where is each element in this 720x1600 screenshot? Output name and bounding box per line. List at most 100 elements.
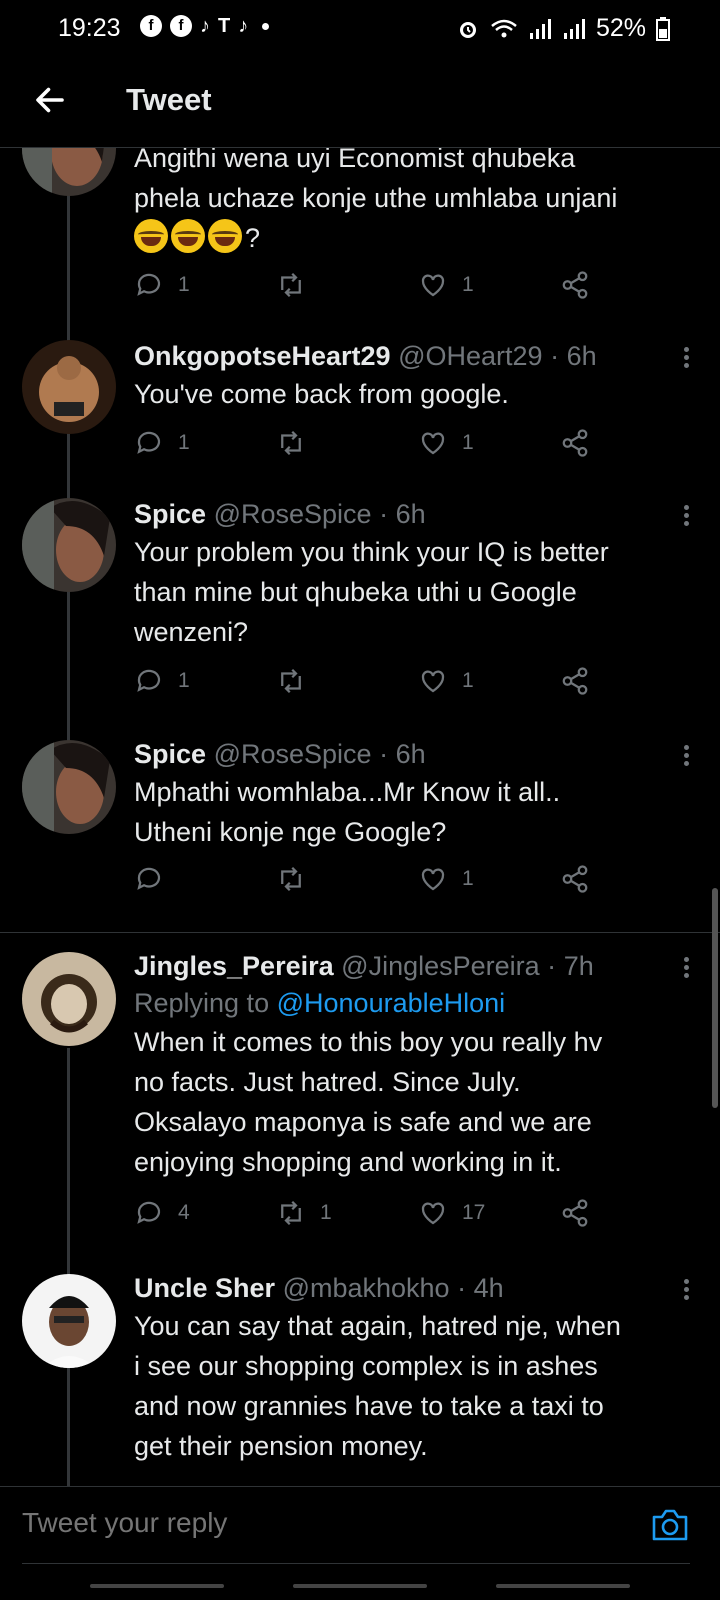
- avatar[interactable]: [22, 952, 116, 1046]
- facebook-icon: f: [140, 15, 162, 37]
- more-options-icon[interactable]: [684, 344, 692, 371]
- tweet-header: Uncle Sher @mbakhokho · 4h: [134, 1273, 504, 1303]
- signal-icon: [529, 18, 551, 39]
- reply-icon: [137, 867, 161, 890]
- top-bar: Tweet: [0, 56, 720, 148]
- tweet-text: Angithi wena uyi Economist qhubeka phela …: [134, 148, 618, 253]
- share-button[interactable]: [560, 864, 590, 894]
- share-icon: [562, 271, 588, 299]
- like-button[interactable]: 1: [418, 666, 474, 696]
- status-bar: 19:23 f f ♪ T ♪ 52%: [0, 0, 720, 56]
- retweet-button[interactable]: [276, 428, 320, 458]
- reply-icon: [137, 273, 161, 296]
- share-button[interactable]: [560, 270, 590, 300]
- avatar[interactable]: [22, 1274, 116, 1368]
- tweet-header: Spice @RoseSpice · 6h: [134, 499, 426, 529]
- reply-button[interactable]: [134, 864, 178, 894]
- display-name[interactable]: Spice: [134, 499, 206, 529]
- more-options-icon[interactable]: [684, 502, 692, 529]
- retweet-icon: [281, 272, 301, 298]
- back-arrow-icon[interactable]: [32, 82, 68, 118]
- user-handle[interactable]: @RoseSpice: [214, 499, 372, 529]
- display-name[interactable]: Spice: [134, 739, 206, 769]
- reply-button[interactable]: 4: [134, 1198, 190, 1228]
- display-name[interactable]: Uncle Sher: [134, 1273, 275, 1303]
- more-options-icon[interactable]: [684, 1276, 692, 1303]
- share-icon: [562, 1199, 588, 1227]
- user-handle[interactable]: @RoseSpice: [214, 739, 372, 769]
- tweet[interactable]: Spice @RoseSpice · 6h Mphathi womhlaba..…: [0, 728, 720, 908]
- display-name[interactable]: Jingles_Pereira: [134, 951, 334, 981]
- tweet[interactable]: Jingles_Pereira @JinglesPereira · 7h Rep…: [0, 934, 720, 1254]
- mention-link[interactable]: @HonourableHloni: [277, 988, 506, 1018]
- camera-icon[interactable]: [650, 1507, 690, 1543]
- tweet-actions: 1 1: [134, 270, 594, 306]
- retweet-button[interactable]: [276, 270, 320, 300]
- system-nav-bar: [0, 1566, 720, 1600]
- retweet-icon: [281, 1200, 301, 1226]
- scrollbar[interactable]: [712, 888, 718, 1108]
- conversation-feed[interactable]: Angithi wena uyi Economist qhubeka phela …: [0, 148, 720, 1486]
- tweet-actions: 1 1: [134, 428, 594, 464]
- tweet-actions: 4 1 17: [134, 1198, 594, 1234]
- nav-recents-button[interactable]: [90, 1584, 224, 1588]
- teams-icon: T: [218, 15, 231, 37]
- tweet-text: You've come back from google.: [134, 379, 509, 409]
- display-name[interactable]: OnkgopotseHeart29: [134, 341, 391, 371]
- notification-icons: f f ♪ T ♪: [140, 15, 270, 37]
- more-options-icon[interactable]: [684, 742, 692, 769]
- share-icon: [562, 667, 588, 695]
- divider: [0, 932, 720, 933]
- avatar[interactable]: [22, 740, 116, 834]
- reply-icon: [137, 1201, 161, 1224]
- nav-home-button[interactable]: [293, 1584, 427, 1588]
- like-button[interactable]: 1: [418, 428, 474, 458]
- retweet-button[interactable]: [276, 864, 320, 894]
- alarm-icon: [459, 21, 476, 38]
- retweet-icon: [281, 866, 301, 892]
- heart-icon: [421, 432, 445, 455]
- laughing-emoji-icon: [171, 219, 205, 253]
- like-button[interactable]: 1: [418, 864, 474, 894]
- avatar[interactable]: [22, 340, 116, 434]
- like-button[interactable]: 1: [418, 270, 474, 300]
- tweet-text: Mphathi womhlaba...Mr Know it all.. Uthen…: [134, 777, 561, 847]
- retweet-button[interactable]: 1: [276, 1198, 332, 1228]
- user-handle[interactable]: @mbakhokho: [283, 1273, 450, 1303]
- tweet[interactable]: Spice @RoseSpice · 6h Your problem you t…: [0, 488, 720, 708]
- reply-composer: [0, 1486, 720, 1566]
- timestamp: 6h: [395, 739, 426, 769]
- more-options-icon[interactable]: [684, 954, 692, 981]
- reply-input[interactable]: [22, 1507, 582, 1539]
- like-button[interactable]: 17: [418, 1198, 485, 1228]
- system-icons: 52%: [456, 14, 670, 43]
- reply-button[interactable]: 1: [134, 666, 190, 696]
- avatar[interactable]: [22, 498, 116, 592]
- tiktok-icon: ♪: [238, 15, 249, 37]
- nav-back-button[interactable]: [496, 1584, 630, 1588]
- tweet-actions: 1 1: [134, 666, 594, 702]
- retweet-button[interactable]: [276, 666, 320, 696]
- tweet[interactable]: Uncle Sher @mbakhokho · 4h You can say t…: [0, 1258, 720, 1486]
- heart-icon: [421, 1202, 445, 1225]
- tweet-header: OnkgopotseHeart29 @OHeart29 · 6h: [134, 341, 597, 371]
- share-button[interactable]: [560, 666, 590, 696]
- user-handle[interactable]: @OHeart29: [398, 341, 542, 371]
- tweet[interactable]: Angithi wena uyi Economist qhubeka phela …: [0, 148, 720, 324]
- user-handle[interactable]: @JinglesPereira: [341, 951, 540, 981]
- share-icon: [562, 429, 588, 457]
- tweet[interactable]: OnkgopotseHeart29 @OHeart29 · 6h You've …: [0, 328, 720, 468]
- share-button[interactable]: [560, 428, 590, 458]
- signal-icon: [563, 18, 585, 39]
- share-button[interactable]: [560, 1198, 590, 1228]
- status-time: 19:23: [58, 14, 121, 42]
- avatar[interactable]: [22, 148, 116, 196]
- tweet-text: Your problem you think your IQ is better…: [134, 537, 609, 647]
- reply-button[interactable]: 1: [134, 270, 190, 300]
- reply-icon: [137, 669, 161, 692]
- timestamp: 6h: [395, 499, 426, 529]
- retweet-icon: [281, 430, 301, 456]
- tiktok-icon: ♪: [200, 15, 210, 37]
- reply-button[interactable]: 1: [134, 428, 190, 458]
- battery-percent: 52%: [595, 14, 646, 42]
